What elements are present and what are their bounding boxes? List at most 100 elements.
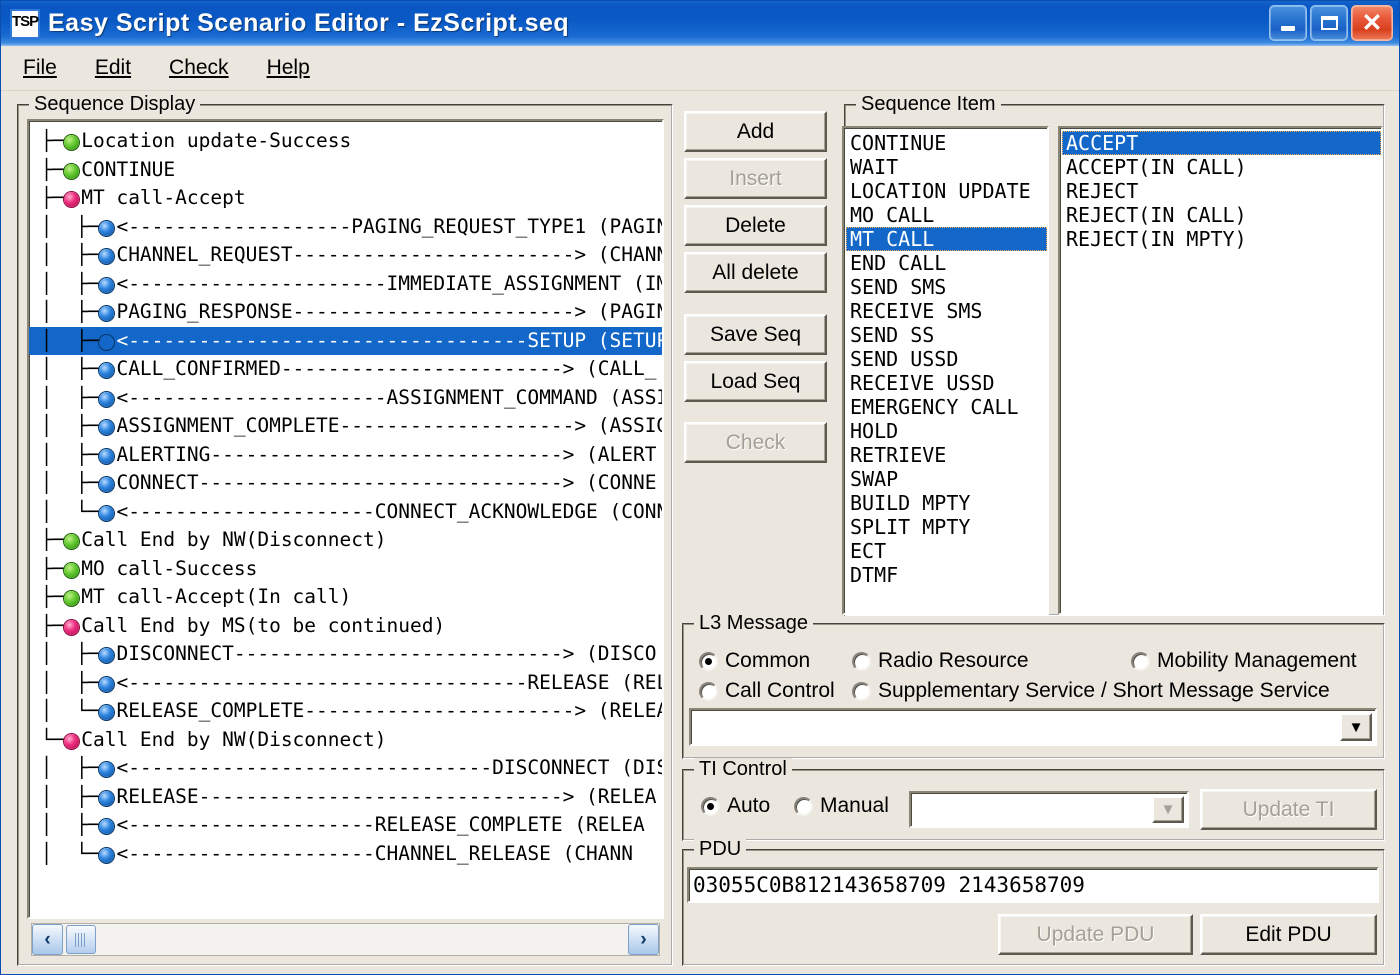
tree-row[interactable]: │ ├─ <-------------------PAGING_REQUEST_T… xyxy=(29,213,662,242)
tree-row[interactable]: │ ├─ DISCONNECT--------------------------… xyxy=(29,640,662,669)
tree-row[interactable]: │ ├─ PAGING_RESPONSE---------------------… xyxy=(29,298,662,327)
tree-row[interactable]: │ └─ RELEASE_COMPLETE--------------------… xyxy=(29,697,662,726)
sequence-item-option[interactable]: MO CALL xyxy=(846,203,1047,227)
application-window: TSP Easy Script Scenario Editor - EzScri… xyxy=(0,0,1400,975)
sequence-item-option[interactable]: HOLD xyxy=(846,419,1047,443)
sequence-item-option[interactable]: SPLIT MPTY xyxy=(846,515,1047,539)
tree-row[interactable]: │ ├─ <----------------------IMMEDIATE_ASS… xyxy=(29,270,662,299)
l3-message-combo[interactable]: ▼ xyxy=(689,708,1377,746)
radio-auto-icon[interactable] xyxy=(701,796,720,816)
tree-branch-icon: │ ├─ xyxy=(29,784,100,808)
sequence-item-option[interactable]: RECEIVE SMS xyxy=(846,299,1047,323)
radio-manual-label: Manual xyxy=(820,794,889,817)
tree-row[interactable]: ├─ Call End by NW(Disconnect) xyxy=(29,526,662,555)
sequence-item-option[interactable]: RETRIEVE xyxy=(846,443,1047,467)
sequence-variant-option[interactable]: REJECT(IN CALL) xyxy=(1062,203,1381,227)
tree-row[interactable]: │ ├─ CALL_CONFIRMED----------------------… xyxy=(29,355,662,384)
sequence-item-option[interactable]: LOCATION UPDATE xyxy=(846,179,1047,203)
menu-file[interactable]: File xyxy=(7,53,73,83)
sequence-item-option[interactable]: BUILD MPTY xyxy=(846,491,1047,515)
tree-row[interactable]: │ └─ <---------------------CONNECT_ACKNOW… xyxy=(29,498,662,527)
tree-row[interactable]: │ ├─ ASSIGNMENT_COMPLETE-----------------… xyxy=(29,412,662,441)
close-button[interactable]: ✕ xyxy=(1351,5,1393,41)
l3-radio-radio-resource[interactable]: Radio Resource xyxy=(852,649,1035,673)
tree-row[interactable]: ├─ MT call-Accept(In call) xyxy=(29,583,662,612)
all-delete-button[interactable]: All delete xyxy=(684,252,827,293)
sequence-item-option[interactable]: SWAP xyxy=(846,467,1047,491)
menu-help[interactable]: Help xyxy=(251,53,326,83)
tree-branch-icon: │ ├─ xyxy=(29,214,100,238)
menu-check[interactable]: Check xyxy=(153,53,245,83)
pdu-input[interactable]: 03055C0B812143658709 2143658709 xyxy=(687,867,1379,903)
scroll-left-arrow-icon[interactable]: ‹ xyxy=(32,924,63,955)
l3-radio-supplementary-service[interactable]: Supplementary Service / Short Message Se… xyxy=(852,679,1336,703)
sequence-item-option[interactable]: DTMF xyxy=(846,563,1047,587)
radio-supplementary-service-label: Supplementary Service / Short Message Se… xyxy=(878,679,1330,702)
scrollbar-track[interactable] xyxy=(96,924,628,955)
sequence-item-option[interactable]: ECT xyxy=(846,539,1047,563)
tree-row[interactable]: │ └─ <---------------------CHANNEL_RELEAS… xyxy=(29,840,662,869)
radio-manual-icon[interactable] xyxy=(794,796,813,816)
scroll-right-arrow-icon[interactable]: › xyxy=(628,924,659,955)
tree-row[interactable]: │ ├─ <----------------------------------R… xyxy=(29,669,662,698)
tree-row[interactable]: │ ├─ <----------------------------------S… xyxy=(29,326,662,355)
tree-row[interactable]: ├─ Call End by MS(to be continued) xyxy=(29,612,662,641)
sequence-item-type-list[interactable]: CONTINUE WAIT LOCATION UPDATE MO CALL MT CAL… xyxy=(842,126,1049,615)
tree-horizontal-scrollbar[interactable]: ‹ › xyxy=(31,923,660,956)
tree-branch-icon: │ ├─ xyxy=(29,357,100,380)
radio-radio-resource-icon[interactable] xyxy=(852,651,871,671)
ti-radio-auto[interactable]: Auto xyxy=(701,794,776,818)
radio-mobility-management-icon[interactable] xyxy=(1131,651,1150,671)
save-seq-button[interactable]: Save Seq xyxy=(684,314,827,355)
l3-radio-mobility-management[interactable]: Mobility Management xyxy=(1131,649,1363,673)
sequence-item-option[interactable]: SEND USSD xyxy=(846,347,1047,371)
add-button[interactable]: Add xyxy=(684,111,827,152)
chevron-down-icon[interactable]: ▼ xyxy=(1340,713,1372,741)
sequence-item-option[interactable]: SEND SMS xyxy=(846,275,1047,299)
sequence-item-variant-list[interactable]: ACCEPT ACCEPT(IN CALL) REJECT REJECT(IN CAL… xyxy=(1058,126,1383,615)
tree-node-blue-icon xyxy=(99,306,115,321)
load-seq-button[interactable]: Load Seq xyxy=(684,361,827,402)
sequence-item-option[interactable]: WAIT xyxy=(846,155,1047,179)
ti-radio-manual[interactable]: Manual xyxy=(794,794,895,818)
sequence-item-option[interactable]: CONTINUE xyxy=(846,131,1047,155)
tree-row[interactable]: │ ├─ <---------------------RELEASE_COMPLE… xyxy=(29,811,662,840)
tree-branch-icon: │ ├─ xyxy=(29,670,100,694)
tree-row[interactable]: │ ├─ RELEASE-----------------------------… xyxy=(29,783,662,812)
sequence-item-option[interactable]: END CALL xyxy=(846,251,1047,275)
tree-row[interactable]: │ ├─ CHANNEL_REQUEST---------------------… xyxy=(29,241,662,270)
delete-button[interactable]: Delete xyxy=(684,205,827,246)
minimize-button[interactable] xyxy=(1269,5,1307,41)
tree-row[interactable]: │ ├─ ALERTING----------------------------… xyxy=(29,441,662,470)
radio-call-control-icon[interactable] xyxy=(699,681,718,701)
sequence-variant-option[interactable]: ACCEPT xyxy=(1062,131,1381,155)
tree-row[interactable]: │ ├─ <----------------------ASSIGNMENT_CO… xyxy=(29,384,662,413)
l3-radio-call-control[interactable]: Call Control xyxy=(699,679,841,703)
sequence-variant-option[interactable]: ACCEPT(IN CALL) xyxy=(1062,155,1381,179)
sequence-item-option[interactable]: RECEIVE USSD xyxy=(846,371,1047,395)
tree-row[interactable]: │ ├─ <-------------------------------DISC… xyxy=(29,754,662,783)
scrollbar-thumb[interactable] xyxy=(66,925,96,954)
radio-common-icon[interactable] xyxy=(699,651,718,671)
tree-branch-icon: │ ├─ xyxy=(29,300,100,323)
sequence-item-option[interactable]: SEND SS xyxy=(846,323,1047,347)
sequence-tree[interactable]: ├─ Location update-Success ├─ CONTINUE ├─ M… xyxy=(27,119,664,919)
tree-row[interactable]: └─ Call End by NW(Disconnect) xyxy=(29,726,662,755)
edit-pdu-button[interactable]: Edit PDU xyxy=(1200,914,1377,955)
tree-node-blue-icon xyxy=(99,676,115,692)
tree-row-label: <---------------------CONNECT_ACKNOWLEDG… xyxy=(116,499,664,523)
maximize-button[interactable] xyxy=(1310,5,1348,41)
tree-row[interactable]: ├─ MT call-Accept xyxy=(29,184,662,213)
sequence-variant-option[interactable]: REJECT(IN MPTY) xyxy=(1062,227,1381,251)
tree-row[interactable]: ├─ CONTINUE xyxy=(29,156,662,185)
l3-radio-common[interactable]: Common xyxy=(699,649,816,673)
tree-row[interactable]: ├─ MO call-Success xyxy=(29,555,662,584)
radio-supplementary-service-icon[interactable] xyxy=(852,681,871,701)
menu-edit[interactable]: Edit xyxy=(79,53,147,83)
tree-branch-icon: │ ├─ xyxy=(29,471,100,494)
tree-row[interactable]: │ ├─ CONNECT-----------------------------… xyxy=(29,469,662,498)
tree-row[interactable]: ├─ Location update-Success xyxy=(29,127,662,156)
sequence-item-option[interactable]: EMERGENCY CALL xyxy=(846,395,1047,419)
sequence-item-option[interactable]: MT CALL xyxy=(846,227,1047,251)
sequence-variant-option[interactable]: REJECT xyxy=(1062,179,1381,203)
